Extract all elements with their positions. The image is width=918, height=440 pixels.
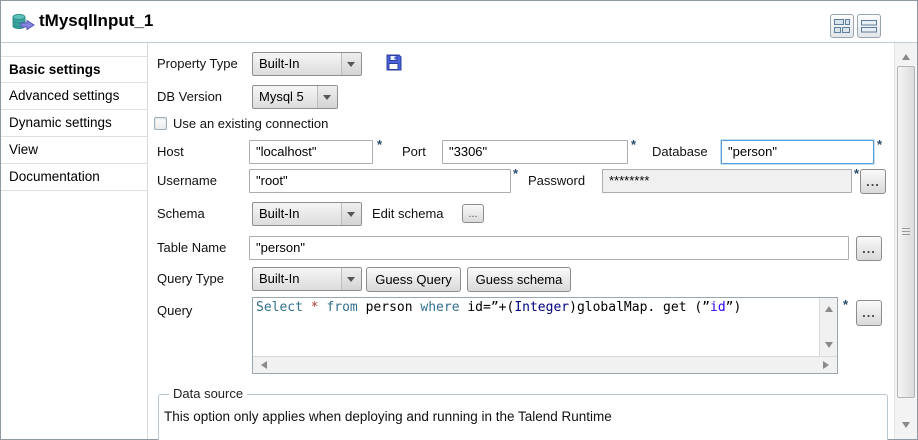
port-input[interactable]: "3306" [442, 140, 628, 164]
scroll-right-icon[interactable] [823, 361, 833, 369]
password-ellipsis-button[interactable]: ... [860, 169, 886, 194]
query-horizontal-scrollbar[interactable] [253, 356, 837, 373]
chevron-down-icon [341, 203, 361, 225]
db-version-label: DB Version [157, 85, 222, 109]
property-type-select[interactable]: Built-In [252, 52, 362, 76]
scroll-down-icon[interactable] [898, 421, 914, 437]
guess-schema-button[interactable]: Guess schema [467, 267, 571, 292]
query-ellipsis-button[interactable]: ... [856, 300, 882, 326]
table-view-button[interactable] [830, 14, 854, 38]
use-existing-connection-label: Use an existing connection [173, 112, 328, 136]
password-label: Password [528, 169, 585, 193]
database-label: Database [652, 140, 708, 164]
sidebar-item-dynamic-settings[interactable]: Dynamic settings [1, 110, 147, 137]
edit-schema-button[interactable]: ... [462, 204, 484, 223]
required-marker: * [513, 166, 518, 181]
panel-vertical-scrollbar[interactable] [894, 43, 917, 439]
database-input[interactable]: "person" [721, 140, 874, 164]
query-label: Query [157, 299, 192, 323]
scroll-left-icon[interactable] [257, 361, 267, 369]
data-source-group: Data source This option only applies whe… [158, 394, 888, 440]
username-label: Username [157, 169, 217, 193]
required-marker: * [843, 297, 848, 312]
chevron-down-icon [341, 268, 361, 290]
sidebar-item-view[interactable]: View [1, 137, 147, 164]
title-bar: tMysqlInput_1 [1, 1, 917, 42]
data-source-note: This option only applies when deploying … [164, 409, 612, 424]
sidebar-item-advanced-settings[interactable]: Advanced settings [1, 83, 147, 110]
host-input[interactable]: "localhost" [249, 140, 373, 164]
schema-label: Schema [157, 202, 205, 226]
edit-schema-label: Edit schema [372, 202, 444, 226]
db-version-select[interactable]: Mysql 5 [252, 85, 338, 109]
sidebar-item-basic-settings[interactable]: Basic settings [1, 56, 147, 83]
password-input[interactable]: ******** [602, 169, 852, 193]
host-label: Host [157, 140, 184, 164]
page-title: tMysqlInput_1 [39, 11, 153, 31]
scroll-down-icon[interactable] [825, 342, 833, 352]
query-type-select[interactable]: Built-In [252, 267, 362, 291]
flat-view-button[interactable] [857, 14, 881, 38]
chevron-down-icon [341, 53, 361, 75]
scroll-up-icon[interactable] [898, 45, 914, 61]
schema-select[interactable]: Built-In [252, 202, 362, 226]
query-code[interactable]: Select * from person where id=”+(Integer… [256, 300, 817, 354]
table-name-label: Table Name [157, 236, 226, 260]
required-marker: * [854, 166, 859, 181]
mysql-database-icon [11, 14, 35, 37]
required-marker: * [631, 137, 636, 152]
component-settings-panel: tMysqlInput_1 Basic settingsAdvanced [0, 0, 918, 440]
chevron-down-icon [317, 86, 337, 108]
username-input[interactable]: "root" [249, 169, 511, 193]
query-type-label: Query Type [157, 267, 224, 291]
sidebar-menu: Basic settingsAdvanced settingsDynamic s… [1, 43, 148, 439]
query-vertical-scrollbar[interactable] [819, 298, 837, 356]
sidebar-item-documentation[interactable]: Documentation [1, 164, 147, 191]
floppy-disk-icon [385, 58, 402, 75]
scroll-up-icon[interactable] [825, 302, 833, 312]
property-type-label: Property Type [157, 52, 238, 76]
guess-query-button[interactable]: Guess Query [366, 267, 461, 292]
required-marker: * [877, 137, 882, 152]
use-existing-connection-checkbox[interactable] [154, 117, 167, 130]
required-marker: * [377, 137, 382, 152]
scrollbar-thumb[interactable] [897, 66, 915, 398]
data-source-legend: Data source [169, 386, 247, 401]
table-name-input[interactable]: "person" [249, 236, 849, 260]
table-name-ellipsis-button[interactable]: ... [856, 236, 882, 261]
query-editor[interactable]: Select * from person where id=”+(Integer… [252, 297, 838, 374]
save-properties-button[interactable] [385, 54, 402, 76]
port-label: Port [402, 140, 426, 164]
